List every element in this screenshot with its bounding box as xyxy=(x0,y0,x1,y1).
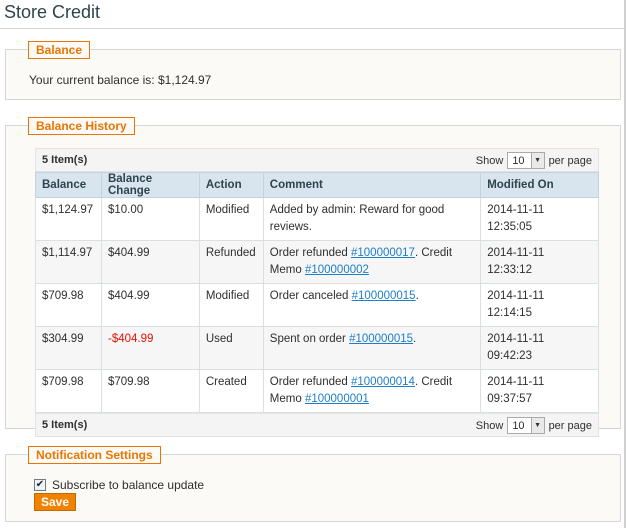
modified-date: 2014-11-11 xyxy=(487,333,545,345)
show-label: Show xyxy=(475,419,504,432)
order-link[interactable]: #100000014 xyxy=(351,376,415,388)
modified-time: 12:35:05 xyxy=(487,221,532,233)
table-header-row: Balance Balance Change Action Comment Mo… xyxy=(35,172,599,198)
per-page-control: Show 10 ▼ per page xyxy=(476,417,592,434)
comment-cell: Order canceled #100000015. xyxy=(262,283,482,327)
table-row: $1,124.97 $10.00 Modified Added by admin… xyxy=(35,197,599,241)
comment-cell: Added by admin: Reward for good reviews. xyxy=(262,197,482,241)
comment-text: Order refunded xyxy=(269,376,351,388)
save-button[interactable]: Save xyxy=(34,493,76,511)
balance-section: Balance Your current balance is: $1,124.… xyxy=(5,41,621,100)
modified-date: 2014-11-11 xyxy=(487,290,545,302)
balance-change-cell: -$404.99 xyxy=(100,326,200,370)
history-table: Balance Balance Change Action Comment Mo… xyxy=(35,172,599,413)
chevron-down-icon: ▼ xyxy=(530,153,544,168)
modified-time: 12:14:15 xyxy=(487,307,532,319)
modified-on-cell: 2014-11-11 12:33:12 xyxy=(480,240,599,284)
table-row: $1,114.97 $404.99 Refunded Order refunde… xyxy=(35,240,599,284)
action-cell: Refunded xyxy=(198,240,264,284)
subscribe-label[interactable]: Subscribe to balance update xyxy=(52,478,204,492)
comment-cell: Spent on order #100000015. xyxy=(262,326,482,370)
per-page-select[interactable]: 10 ▼ xyxy=(507,417,545,434)
show-label: Show xyxy=(475,154,504,167)
comment-text: Spent on order xyxy=(269,333,350,345)
comment-text: . xyxy=(413,333,417,345)
chevron-down-icon: ▼ xyxy=(530,418,544,433)
modified-on-cell: 2014-11-11 09:42:23 xyxy=(480,326,599,370)
table-row: $709.98 $709.98 Created Order refunded #… xyxy=(35,369,599,413)
order-link[interactable]: #100000017 xyxy=(351,247,415,259)
balance-change-cell: $404.99 xyxy=(100,283,200,327)
comment-cell: Order refunded #100000014. Credit Memo #… xyxy=(262,369,482,413)
balance-cell: $709.98 xyxy=(35,283,102,327)
page-title: Store Credit xyxy=(4,2,101,22)
modified-date: 2014-11-11 xyxy=(487,247,545,259)
per-page-control: Show 10 ▼ per page xyxy=(476,152,592,169)
action-cell: Used xyxy=(198,326,264,370)
per-page-select[interactable]: 10 ▼ xyxy=(507,152,545,169)
balance-cell: $1,124.97 xyxy=(35,197,102,241)
table-row: $304.99 -$404.99 Used Spent on order #10… xyxy=(35,326,599,370)
column-header: Comment xyxy=(262,172,482,198)
comment-cell: Order refunded #100000017. Credit Memo #… xyxy=(262,240,482,284)
per-page-value: 10 xyxy=(512,154,525,167)
modified-time: 09:37:57 xyxy=(487,393,532,405)
credit-memo-link[interactable]: #100000002 xyxy=(305,264,369,276)
balance-change-cell: $404.99 xyxy=(100,240,200,284)
title-divider xyxy=(0,28,626,29)
action-cell: Created xyxy=(198,369,264,413)
modified-date: 2014-11-11 xyxy=(487,204,545,216)
modified-on-cell: 2014-11-11 12:35:05 xyxy=(480,197,599,241)
notification-settings-section: Notification Settings ✔ Subscribe to bal… xyxy=(5,446,621,522)
balance-cell: $1,114.97 xyxy=(35,240,102,284)
modified-time: 12:33:12 xyxy=(487,264,532,276)
balance-change-cell: $709.98 xyxy=(100,369,200,413)
per-page-label: per page xyxy=(548,154,592,167)
column-header: Modified On xyxy=(480,172,599,198)
modified-on-cell: 2014-11-11 12:14:15 xyxy=(480,283,599,327)
current-balance-text: Your current balance is: $1,124.97 xyxy=(29,73,212,87)
balance-legend: Balance xyxy=(28,41,91,59)
subscribe-checkbox[interactable]: ✔ xyxy=(34,479,46,491)
comment-text: . xyxy=(415,290,419,302)
balance-cell: $709.98 xyxy=(35,369,102,413)
table-row: $709.98 $404.99 Modified Order canceled … xyxy=(35,283,599,327)
column-header: Balance Change xyxy=(100,172,200,198)
items-count: 5 Item(s) xyxy=(42,419,88,431)
balance-cell: $304.99 xyxy=(35,326,102,370)
action-cell: Modified xyxy=(198,197,264,241)
balance-change-cell: $10.00 xyxy=(100,197,200,241)
history-grid: 5 Item(s) Show 10 ▼ per page Balance Bal… xyxy=(35,148,599,437)
balance-history-section: Balance History 5 Item(s) Show 10 ▼ per … xyxy=(5,117,621,437)
order-link[interactable]: #100000015 xyxy=(352,290,416,302)
column-header: Action xyxy=(198,172,264,198)
top-pager: 5 Item(s) Show 10 ▼ per page xyxy=(35,148,599,172)
items-count: 5 Item(s) xyxy=(42,154,88,166)
comment-text: Order refunded xyxy=(269,247,351,259)
modified-time: 09:42:23 xyxy=(487,350,532,362)
per-page-value: 10 xyxy=(512,419,525,432)
balance-history-legend: Balance History xyxy=(28,117,135,135)
modified-date: 2014-11-11 xyxy=(487,376,545,388)
bottom-pager: 5 Item(s) Show 10 ▼ per page xyxy=(35,413,599,437)
column-header: Balance xyxy=(35,172,102,198)
subscribe-row: ✔ Subscribe to balance update xyxy=(34,478,204,492)
per-page-label: per page xyxy=(548,419,592,432)
notification-settings-legend: Notification Settings xyxy=(28,446,161,464)
comment-text: Order canceled xyxy=(269,290,352,302)
credit-memo-link[interactable]: #100000001 xyxy=(305,393,369,405)
comment-text: Added by admin: Reward for good reviews. xyxy=(269,204,445,233)
action-cell: Modified xyxy=(198,283,264,327)
modified-on-cell: 2014-11-11 09:37:57 xyxy=(480,369,599,413)
order-link[interactable]: #100000015 xyxy=(349,333,413,345)
